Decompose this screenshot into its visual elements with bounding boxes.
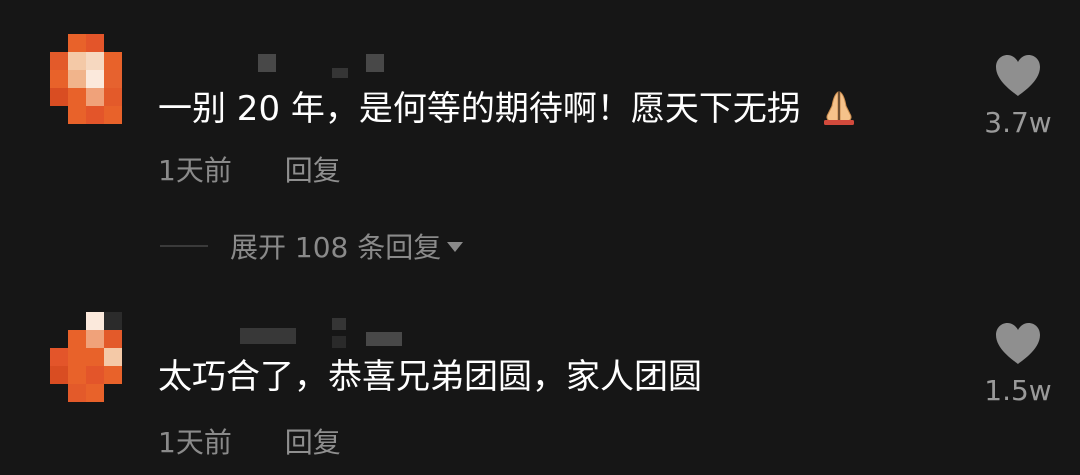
- avatar[interactable]: [50, 312, 130, 402]
- comment-text: 一别 20 年，是何等的期待啊！愿天下无拐: [158, 87, 860, 132]
- caret-down-icon: [447, 242, 464, 252]
- folded-hands-icon: [823, 90, 854, 125]
- comment-item: 一别 20 年，是何等的期待啊！愿天下无拐 1天前 回复 展开 108 条回复 …: [0, 0, 1080, 290]
- comment-time: 1天前: [158, 154, 232, 187]
- comment-time: 1天前: [158, 426, 232, 459]
- heart-icon[interactable]: [992, 320, 1044, 366]
- divider-line: [160, 245, 208, 247]
- comment-item: 太巧合了，恭喜兄弟团圆，家人团圆 1天前 回复 1.5w: [0, 290, 1080, 475]
- comment-meta: 1天前 回复: [158, 153, 341, 189]
- like-control[interactable]: 3.7w: [978, 52, 1058, 139]
- heart-icon[interactable]: [992, 52, 1044, 98]
- comment-text: 太巧合了，恭喜兄弟团圆，家人团圆: [158, 357, 702, 397]
- avatar[interactable]: [50, 34, 130, 124]
- like-control[interactable]: 1.5w: [978, 320, 1058, 407]
- comment-text-content: 一别 20 年，是何等的期待啊！愿天下无拐: [158, 89, 801, 129]
- comment-meta: 1天前 回复: [158, 425, 341, 461]
- like-count: 1.5w: [984, 374, 1052, 407]
- expand-replies-label: 展开 108 条回复: [230, 231, 442, 264]
- reply-button[interactable]: 回复: [285, 153, 341, 189]
- like-count: 3.7w: [984, 106, 1052, 139]
- expand-replies-button[interactable]: 展开 108 条回复: [160, 228, 464, 264]
- username-blurred[interactable]: [240, 318, 405, 348]
- reply-button[interactable]: 回复: [285, 425, 341, 461]
- username-blurred[interactable]: [258, 50, 388, 80]
